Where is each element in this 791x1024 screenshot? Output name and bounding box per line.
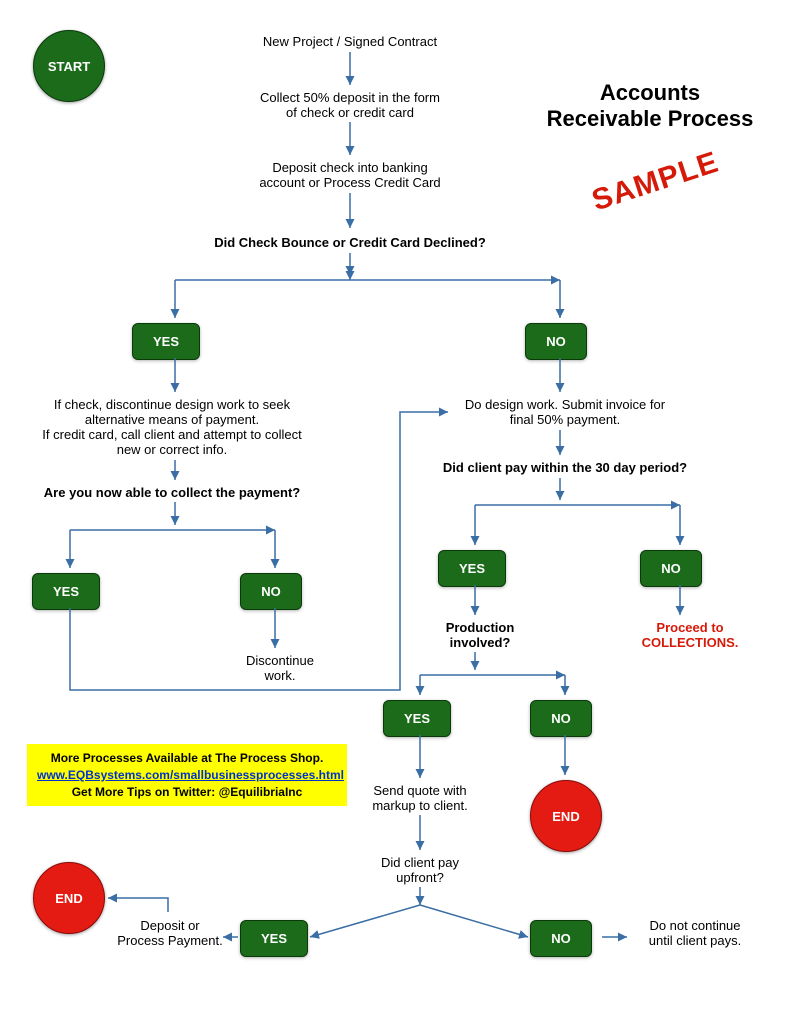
step-design-work: Do design work. Submit invoice for final…: [445, 397, 685, 427]
yes-label: YES: [153, 334, 179, 349]
no-label: NO: [261, 584, 281, 599]
step-deposit-check-l1: Deposit check into banking: [200, 160, 500, 175]
yes-label: YES: [404, 711, 430, 726]
if-check-l4: new or correct info.: [22, 442, 322, 457]
if-check-l2: alternative means of payment.: [22, 412, 322, 427]
pay30-yes-box: YES: [438, 550, 506, 587]
no-label: NO: [546, 334, 566, 349]
step-if-check: If check, discontinue design work to see…: [22, 397, 322, 457]
yes-label: YES: [459, 561, 485, 576]
yes-label: YES: [261, 931, 287, 946]
do-not-l2: until client pays.: [630, 933, 760, 948]
yes-label: YES: [53, 584, 79, 599]
start-terminator: START: [33, 30, 105, 102]
promo-line3: Get More Tips on Twitter: @EquilibriaInc: [37, 784, 337, 801]
send-quote-l1: Send quote with: [355, 783, 485, 798]
end-label: END: [55, 891, 82, 906]
start-label: START: [48, 59, 90, 74]
if-check-l3: If credit card, call client and attempt …: [22, 427, 322, 442]
bounce-no-box: NO: [525, 323, 587, 360]
step-deposit-check: Deposit check into banking account or Pr…: [200, 160, 500, 190]
end-terminator-2: END: [33, 862, 105, 934]
collect-no-box: NO: [240, 573, 302, 610]
deposit-or-l1: Deposit or: [110, 918, 230, 933]
step-collect-deposit-l2: of check or credit card: [200, 105, 500, 120]
design-work-l1: Do design work. Submit invoice for: [445, 397, 685, 412]
promo-box: More Processes Available at The Process …: [27, 744, 347, 806]
step-discontinue: Discontinue work.: [220, 653, 340, 683]
sample-watermark: SAMPLE: [588, 146, 723, 219]
production-no-box: NO: [530, 700, 592, 737]
step-send-quote: Send quote with markup to client.: [355, 783, 485, 813]
step-do-not-continue: Do not continue until client pays.: [630, 918, 760, 948]
collect-yes-box: YES: [32, 573, 100, 610]
pay-upfront-l1: Did client pay: [355, 855, 485, 870]
promo-link[interactable]: www.EQBsystems.com/smallbusinessprocesse…: [37, 768, 344, 782]
upfront-no-box: NO: [530, 920, 592, 957]
step-deposit-check-l2: account or Process Credit Card: [200, 175, 500, 190]
step-collect-deposit-l1: Collect 50% deposit in the form: [200, 90, 500, 105]
decision-pay30: Did client pay within the 30 day period?: [420, 460, 710, 475]
title-line1: Accounts: [535, 80, 765, 106]
step-new-project: New Project / Signed Contract: [200, 34, 500, 49]
deposit-or-l2: Process Payment.: [110, 933, 230, 948]
no-label: NO: [551, 931, 571, 946]
decision-bounce: Did Check Bounce or Credit Card Declined…: [150, 235, 550, 250]
decision-pay-upfront: Did client pay upfront?: [355, 855, 485, 885]
production-yes-box: YES: [383, 700, 451, 737]
do-not-l1: Do not continue: [630, 918, 760, 933]
discontinue-l1: Discontinue: [220, 653, 340, 668]
end-label: END: [552, 809, 579, 824]
if-check-l1: If check, discontinue design work to see…: [22, 397, 322, 412]
design-work-l2: final 50% payment.: [445, 412, 685, 427]
step-collect-deposit: Collect 50% deposit in the form of check…: [200, 90, 500, 120]
send-quote-l2: markup to client.: [355, 798, 485, 813]
upfront-yes-box: YES: [240, 920, 308, 957]
no-label: NO: [661, 561, 681, 576]
pay30-no-box: NO: [640, 550, 702, 587]
promo-line1: More Processes Available at The Process …: [37, 750, 337, 767]
proceed-l2: COLLECTIONS.: [620, 635, 760, 650]
bounce-yes-box: YES: [132, 323, 200, 360]
no-label: NO: [551, 711, 571, 726]
decision-production: Production involved?: [420, 620, 540, 650]
step-deposit-or: Deposit or Process Payment.: [110, 918, 230, 948]
decision-collect: Are you now able to collect the payment?: [22, 485, 322, 500]
title-line2: Receivable Process: [535, 106, 765, 132]
step-proceed-collections: Proceed to COLLECTIONS.: [620, 620, 760, 650]
production-l2: involved?: [420, 635, 540, 650]
production-l1: Production: [420, 620, 540, 635]
end-terminator-1: END: [530, 780, 602, 852]
diagram-title: Accounts Receivable Process: [535, 80, 765, 132]
discontinue-l2: work.: [220, 668, 340, 683]
proceed-l1: Proceed to: [620, 620, 760, 635]
pay-upfront-l2: upfront?: [355, 870, 485, 885]
